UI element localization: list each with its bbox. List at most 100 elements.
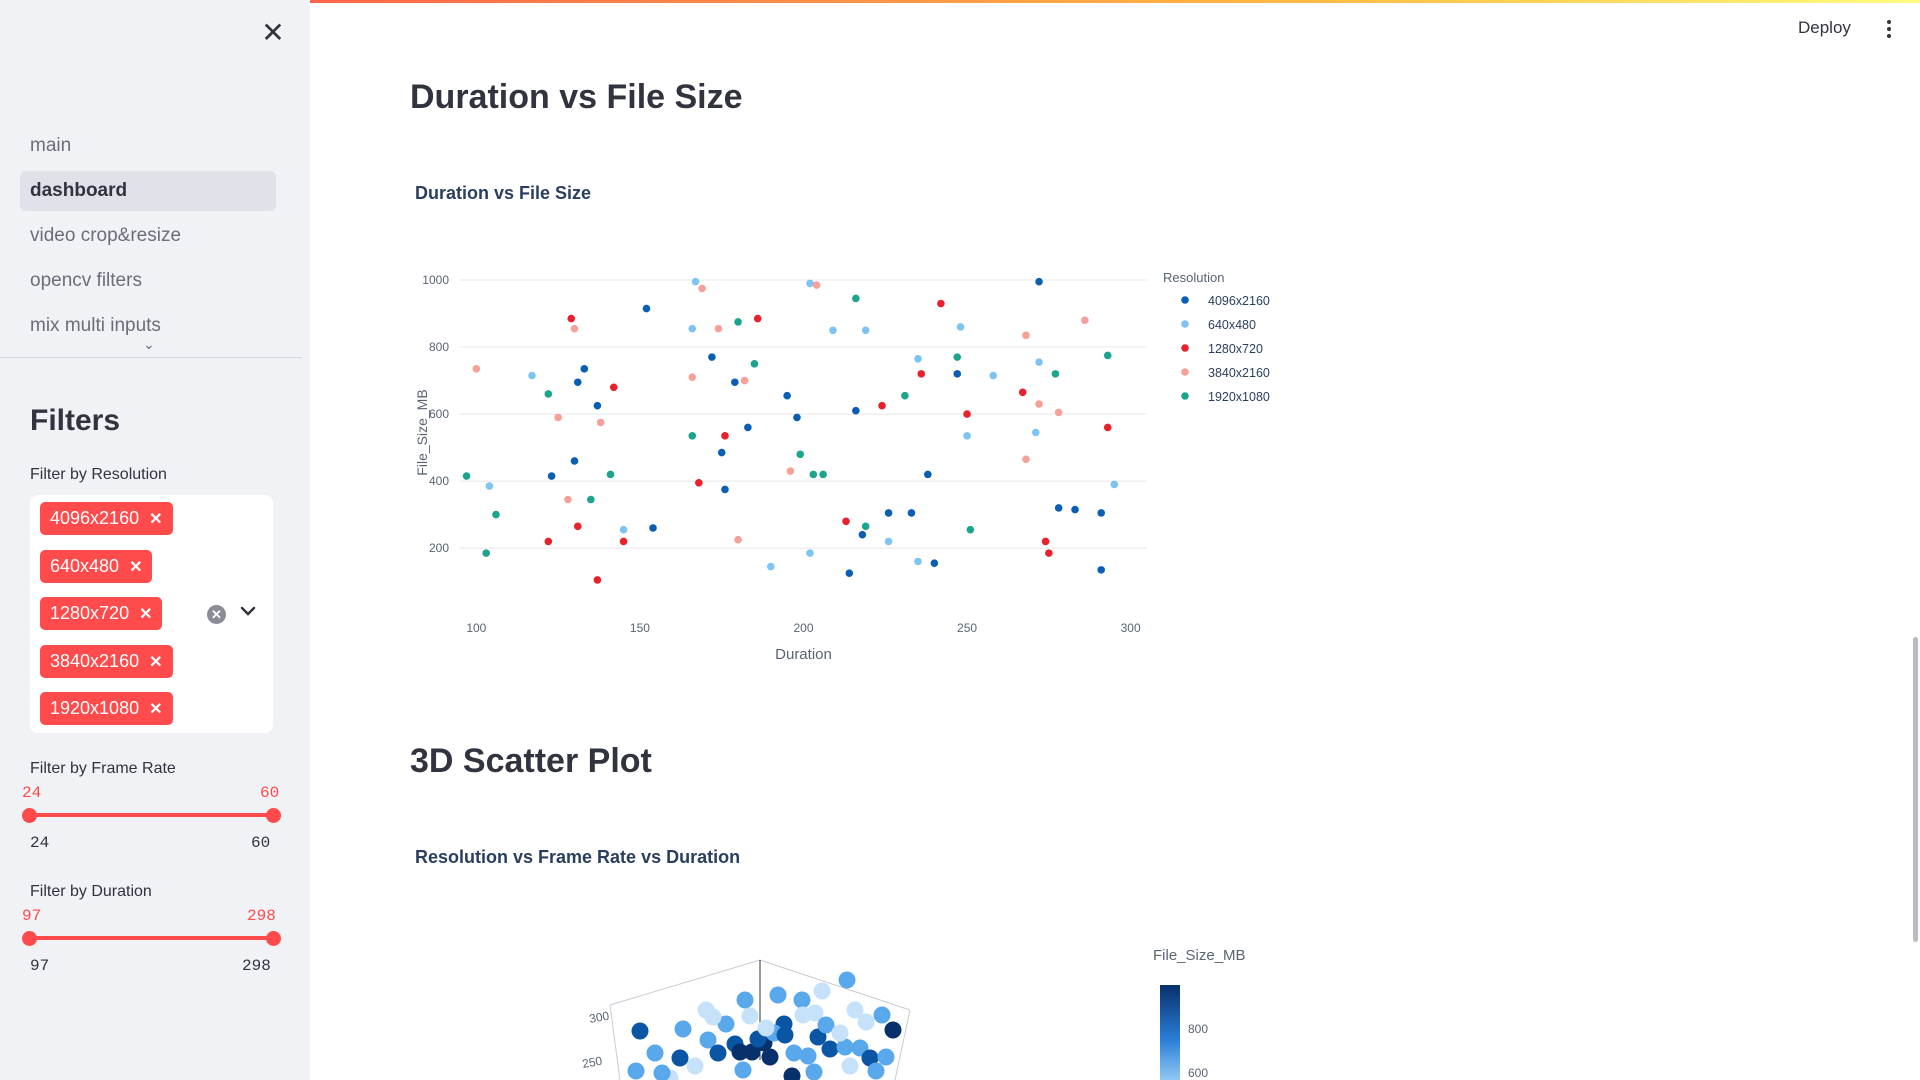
3d-scatter-point[interactable]	[674, 1020, 692, 1038]
clear-all-icon[interactable]: ✕	[207, 605, 226, 624]
3d-scatter-point[interactable]	[704, 1008, 722, 1026]
scatter-point[interactable]	[1097, 509, 1105, 517]
remove-tag-icon[interactable]: ✕	[129, 559, 142, 576]
scatter-point[interactable]	[587, 495, 595, 504]
scatter-point[interactable]	[606, 470, 615, 479]
scatter-point[interactable]	[953, 370, 962, 378]
legend-marker[interactable]	[1181, 344, 1189, 352]
3d-scatter-point[interactable]	[757, 1019, 775, 1037]
scatter-point[interactable]	[472, 365, 481, 373]
scatter-point[interactable]	[852, 406, 860, 415]
scatter-point[interactable]	[564, 495, 572, 504]
scatter-point[interactable]	[930, 559, 939, 567]
scatter-point[interactable]	[966, 525, 975, 534]
scatter-point[interactable]	[1031, 428, 1040, 437]
legend-marker[interactable]	[1181, 368, 1189, 376]
legend-marker[interactable]	[1181, 320, 1189, 328]
scatter-point[interactable]	[812, 281, 821, 289]
legend-marker[interactable]	[1181, 392, 1189, 400]
scatter-point[interactable]	[1051, 370, 1060, 378]
resolution-tag[interactable]: 4096x2160 ✕	[40, 502, 173, 535]
scatter-point[interactable]	[1022, 331, 1030, 340]
3d-scatter-point[interactable]	[873, 1006, 891, 1024]
3d-scatter-point[interactable]	[776, 1026, 794, 1044]
scatter-point[interactable]	[766, 562, 775, 571]
scatter-point[interactable]	[914, 557, 922, 566]
scatter-point[interactable]	[907, 509, 916, 517]
scatter-point[interactable]	[596, 418, 605, 427]
resolution-tag[interactable]: 1920x1080 ✕	[40, 692, 173, 725]
scatter-point[interactable]	[1054, 408, 1063, 417]
3d-scatter-point[interactable]	[884, 1021, 902, 1039]
scatter-point[interactable]	[708, 353, 716, 361]
scatter-point[interactable]	[989, 371, 998, 380]
scatter-point[interactable]	[731, 378, 739, 387]
chevron-down-icon[interactable]: ⌄	[143, 336, 155, 353]
frame-rate-slider-high-handle[interactable]	[266, 808, 281, 823]
3d-scatter-point[interactable]	[627, 1062, 645, 1080]
close-sidebar-icon[interactable]: ✕	[258, 18, 288, 48]
scatter-point[interactable]	[829, 326, 837, 335]
remove-tag-icon[interactable]: ✕	[149, 701, 162, 718]
scatter-point[interactable]	[734, 535, 742, 544]
3d-scatter-point[interactable]	[646, 1044, 664, 1062]
scatter-point[interactable]	[1035, 400, 1043, 408]
scatter-point[interactable]	[688, 373, 697, 382]
scatter-point[interactable]	[963, 432, 971, 440]
scatter-point[interactable]	[698, 284, 706, 293]
3d-scatter-point[interactable]	[653, 1064, 671, 1080]
scatter-point[interactable]	[750, 360, 759, 368]
duration-slider-track[interactable]	[30, 936, 272, 940]
scatter-point[interactable]	[688, 324, 697, 333]
scatter-point[interactable]	[845, 569, 854, 578]
3d-scatter-point[interactable]	[793, 991, 811, 1009]
legend-item-label[interactable]: 3840x2160	[1208, 366, 1270, 380]
scatter-point[interactable]	[786, 467, 795, 475]
legend-item-label[interactable]: 1920x1080	[1208, 390, 1270, 404]
3d-scatter-point[interactable]	[799, 1047, 817, 1065]
scatter-point[interactable]	[688, 432, 697, 440]
scatter-point[interactable]	[740, 376, 749, 385]
scatter-point[interactable]	[528, 371, 536, 380]
remove-tag-icon[interactable]: ✕	[139, 606, 152, 623]
scatter-point[interactable]	[1110, 480, 1119, 489]
scatter-point[interactable]	[809, 470, 818, 479]
3d-scatter-point[interactable]	[805, 1063, 823, 1080]
scatter-point[interactable]	[1041, 537, 1050, 546]
3d-scatter-point[interactable]	[709, 1044, 727, 1062]
resolution-tag[interactable]: 3840x2160 ✕	[40, 644, 173, 678]
scatter-point[interactable]	[819, 470, 827, 479]
scatter-point[interactable]	[1035, 277, 1043, 286]
remove-tag-icon[interactable]: ✕	[149, 511, 162, 528]
frame-rate-slider-track[interactable]	[30, 813, 272, 817]
scatter-point[interactable]	[796, 450, 805, 459]
duration-slider-high-handle[interactable]	[266, 931, 281, 946]
scatter-point[interactable]	[852, 294, 860, 303]
scatter-point[interactable]	[937, 299, 945, 308]
resolution-tag[interactable]: 1280x720 ✕	[40, 597, 163, 630]
resolution-tag[interactable]: 640x480 ✕	[40, 549, 153, 583]
scatter-point[interactable]	[924, 470, 932, 479]
scatter-point[interactable]	[544, 390, 553, 398]
frame-rate-slider-low-handle[interactable]	[22, 808, 37, 823]
scatter-point[interactable]	[649, 524, 657, 532]
main-menu-icon[interactable]	[1884, 18, 1894, 42]
scatter-point[interactable]	[1103, 351, 1112, 360]
scatter-point[interactable]	[953, 353, 962, 361]
scatter-point[interactable]	[482, 549, 490, 557]
scatter-point[interactable]	[567, 314, 576, 323]
scatter-point[interactable]	[717, 448, 726, 457]
scatter-point[interactable]	[861, 522, 870, 531]
scatter-point[interactable]	[721, 485, 729, 494]
sidebar-item-main[interactable]: main	[20, 126, 276, 166]
scatter-point[interactable]	[783, 391, 791, 400]
legend-item-label[interactable]: 4096x2160	[1208, 294, 1270, 308]
scatter-point[interactable]	[547, 472, 556, 480]
scatter-point[interactable]	[1097, 566, 1105, 574]
legend-item-label[interactable]: 1280x720	[1208, 342, 1263, 356]
scatter-point[interactable]	[917, 370, 926, 378]
scatter-point[interactable]	[593, 401, 602, 410]
scatter-point[interactable]	[793, 413, 801, 422]
3d-scatter-point[interactable]	[671, 1049, 689, 1067]
sidebar-item-video-crop-resize[interactable]: video crop&resize	[20, 216, 276, 256]
